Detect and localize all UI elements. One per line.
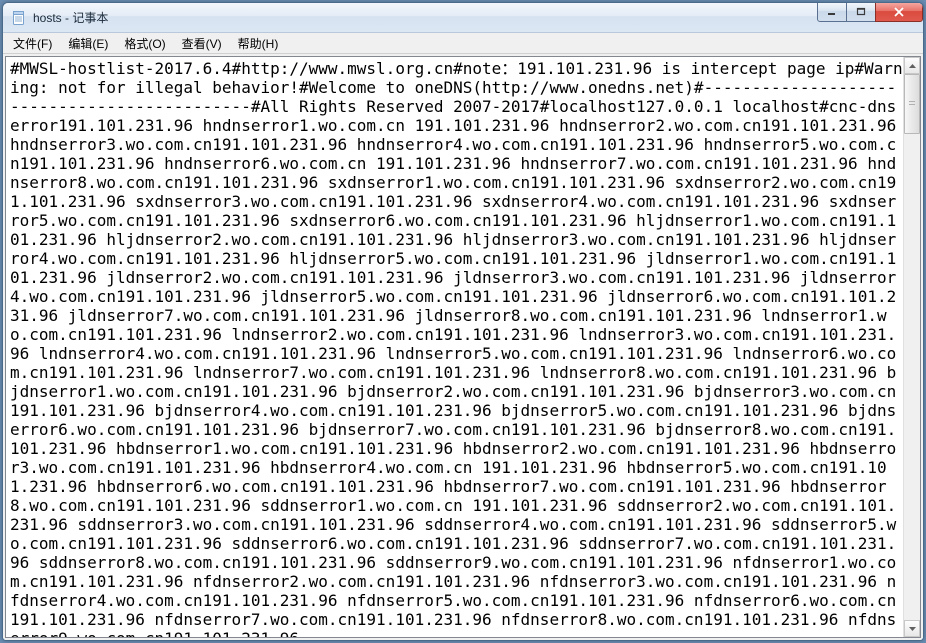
window-title: hosts - 记事本: [33, 9, 921, 26]
menu-file[interactable]: 文件(F): [5, 33, 60, 54]
vertical-scrollbar[interactable]: [903, 57, 920, 637]
window-controls: [818, 2, 923, 22]
notepad-file-icon: [11, 10, 27, 26]
scroll-track[interactable]: [904, 74, 920, 620]
text-area[interactable]: #MWSL-hostlist-2017.6.4#http://www.mwsl.…: [6, 57, 903, 637]
menu-help[interactable]: 帮助(H): [230, 33, 287, 54]
menubar: 文件(F) 编辑(E) 格式(O) 查看(V) 帮助(H): [3, 33, 923, 54]
scroll-down-button[interactable]: [904, 620, 920, 637]
close-button[interactable]: [875, 2, 923, 22]
menu-edit[interactable]: 编辑(E): [60, 33, 116, 54]
minimize-button[interactable]: [817, 2, 847, 22]
menu-view[interactable]: 查看(V): [174, 33, 230, 54]
notepad-window: hosts - 记事本 文件(F) 编辑(E) 格式(O) 查看(V) 帮助(H…: [2, 2, 924, 641]
titlebar[interactable]: hosts - 记事本: [3, 3, 923, 33]
scroll-up-button[interactable]: [904, 57, 920, 74]
client-area: #MWSL-hostlist-2017.6.4#http://www.mwsl.…: [3, 54, 923, 640]
maximize-button[interactable]: [846, 2, 876, 22]
text-area-border: #MWSL-hostlist-2017.6.4#http://www.mwsl.…: [5, 56, 921, 638]
scroll-thumb[interactable]: [904, 74, 920, 134]
menu-format[interactable]: 格式(O): [116, 33, 173, 54]
